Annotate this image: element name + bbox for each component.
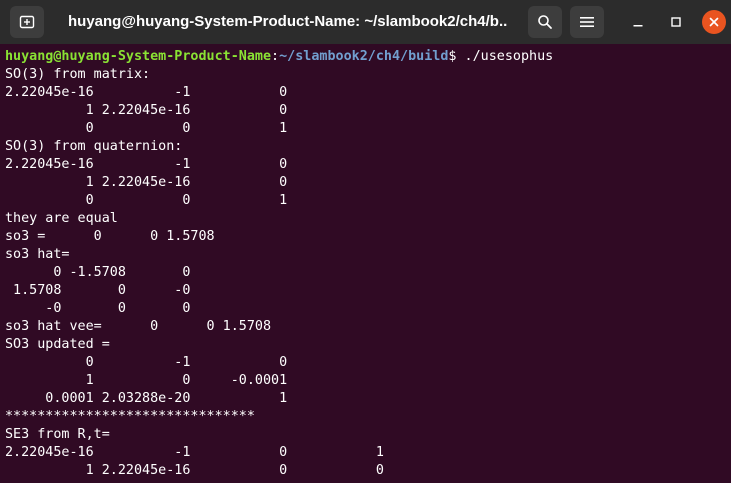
close-icon xyxy=(709,17,719,27)
output-line: 0 -1 0 xyxy=(5,355,288,370)
output-line: 0 0 1 xyxy=(5,193,288,208)
output-line: so3 = 0 0 1.5708 xyxy=(5,229,215,244)
output-line: ******************************* xyxy=(5,409,255,424)
prompt-path: ~/slambook2/ch4/build xyxy=(279,49,449,64)
maximize-icon xyxy=(671,17,681,27)
output-line: 0 0 1 xyxy=(5,121,288,136)
output-line: so3 hat vee= 0 0 1.5708 xyxy=(5,319,272,334)
output-line: 2.22045e-16 -1 0 xyxy=(5,157,288,172)
menu-button[interactable] xyxy=(570,6,604,38)
prompt-line: huyang@huyang-System-Product-Name:~/slam… xyxy=(5,48,553,66)
output-line: SO(3) from matrix: xyxy=(5,67,151,82)
window-title: huyang@huyang-System-Product-Name: ~/sla… xyxy=(68,13,508,30)
new-tab-icon xyxy=(19,15,35,29)
output-line: 1 0 -0.0001 xyxy=(5,373,288,388)
prompt-command: ./usesophus xyxy=(456,49,554,64)
output-line: SE3 from R,t= xyxy=(5,427,110,442)
prompt-user-host: huyang@huyang-System-Product-Name xyxy=(5,49,272,64)
title-bar: huyang@huyang-System-Product-Name: ~/sla… xyxy=(0,0,731,44)
output-line: SO3 updated = xyxy=(5,337,110,352)
output-line: 2.22045e-16 -1 0 xyxy=(5,85,288,100)
minimize-icon xyxy=(633,25,643,27)
output-line: 0 -1.5708 0 xyxy=(5,265,191,280)
output-line: 1 2.22045e-16 0 0 xyxy=(5,463,384,478)
search-button[interactable] xyxy=(528,6,562,38)
output-line: 2.22045e-16 -1 0 1 xyxy=(5,445,384,460)
minimize-button[interactable] xyxy=(626,10,650,34)
output-line: SO(3) from quaternion: xyxy=(5,139,183,154)
output-line: 0.0001 2.03288e-20 1 xyxy=(5,391,288,406)
search-icon xyxy=(538,15,552,29)
output-line: so3 hat= xyxy=(5,247,70,262)
hamburger-menu-icon xyxy=(580,17,594,27)
output-line: 1 2.22045e-16 0 xyxy=(5,175,288,190)
output-line: -0 0 0 xyxy=(5,301,191,316)
prompt-separator: : xyxy=(271,49,280,64)
output-line: 1.5708 0 -0 xyxy=(5,283,191,298)
output-line: they are equal xyxy=(5,211,118,226)
terminal-area[interactable]: huyang@huyang-System-Product-Name:~/slam… xyxy=(0,44,731,483)
close-button[interactable] xyxy=(702,10,726,34)
maximize-button[interactable] xyxy=(664,10,688,34)
output-line: 1 2.22045e-16 0 xyxy=(5,103,288,118)
new-tab-button[interactable] xyxy=(10,6,44,38)
